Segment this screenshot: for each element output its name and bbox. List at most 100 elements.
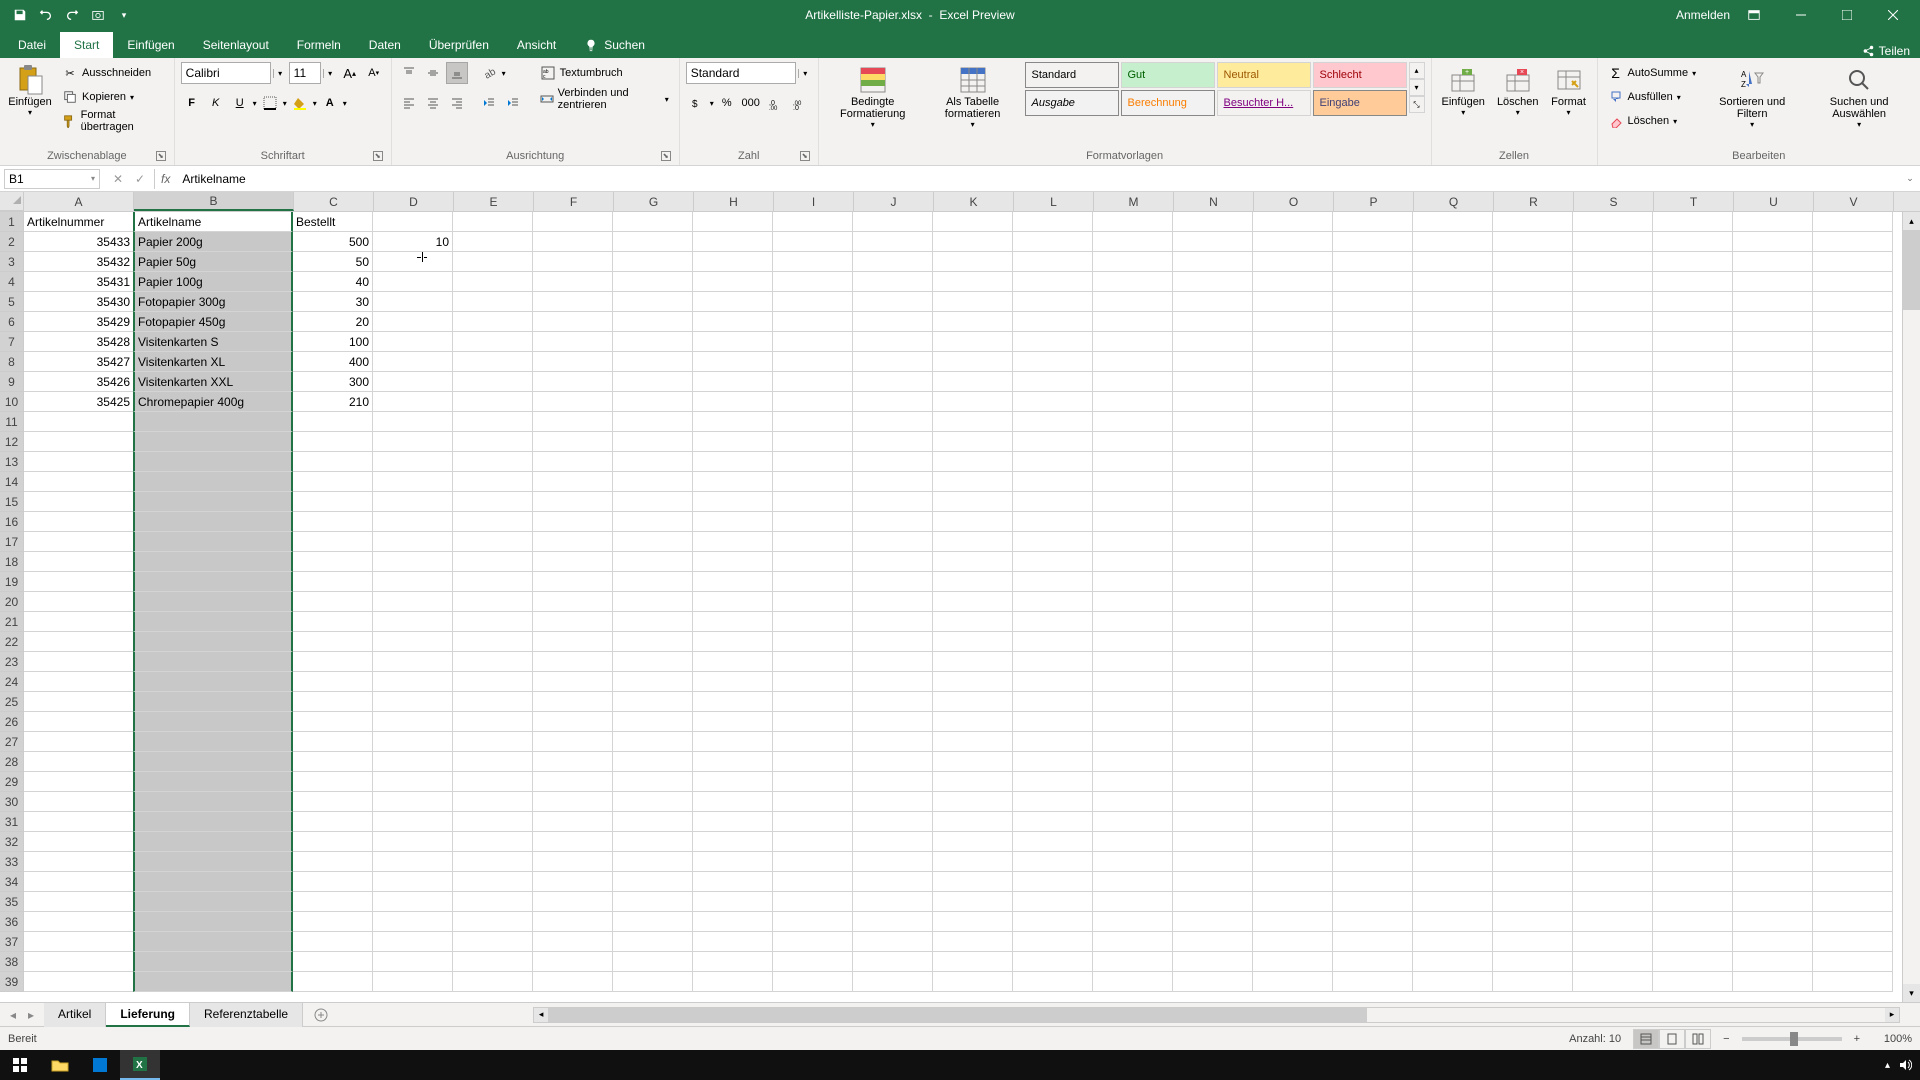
cell[interactable] — [1813, 672, 1893, 692]
cell[interactable] — [1413, 672, 1493, 692]
cell[interactable] — [1333, 612, 1413, 632]
cell[interactable] — [1733, 532, 1813, 552]
cell[interactable] — [533, 412, 613, 432]
cell[interactable]: 30 — [293, 292, 373, 312]
cell[interactable] — [773, 692, 853, 712]
cell[interactable] — [1733, 952, 1813, 972]
sheet-tab[interactable]: Referenztabelle — [190, 1003, 303, 1027]
cell[interactable] — [1413, 832, 1493, 852]
cell[interactable] — [1013, 932, 1093, 952]
cell[interactable] — [853, 332, 933, 352]
cell[interactable] — [1333, 512, 1413, 532]
cell[interactable] — [1573, 372, 1653, 392]
cell[interactable] — [1013, 852, 1093, 872]
cell[interactable]: Visitenkarten S — [133, 332, 293, 352]
merge-center-button[interactable]: Verbinden und zentrieren ▾ — [536, 88, 673, 110]
cell[interactable] — [1093, 852, 1173, 872]
row-header[interactable]: 2 — [0, 232, 24, 252]
cell[interactable] — [453, 932, 533, 952]
redo-icon[interactable] — [60, 3, 84, 27]
row-header[interactable]: 27 — [0, 732, 24, 752]
cell[interactable] — [853, 652, 933, 672]
cell[interactable] — [453, 772, 533, 792]
cell[interactable] — [1493, 972, 1573, 992]
cell[interactable] — [453, 612, 533, 632]
cell[interactable] — [1253, 532, 1333, 552]
align-center-button[interactable] — [422, 92, 444, 114]
tab-file[interactable]: Datei — [4, 32, 60, 58]
cell[interactable] — [133, 912, 293, 932]
cell[interactable] — [1573, 572, 1653, 592]
cell[interactable] — [853, 772, 933, 792]
accounting-button[interactable]: $ — [686, 92, 708, 114]
paste-button[interactable]: Einfügen▾ — [6, 62, 54, 119]
cell[interactable]: Bestellt — [293, 212, 373, 232]
cell[interactable] — [933, 652, 1013, 672]
cell[interactable]: 35425 — [24, 392, 134, 412]
cell[interactable] — [1173, 552, 1253, 572]
cell[interactable] — [1493, 892, 1573, 912]
cell[interactable] — [1813, 392, 1893, 412]
cell[interactable] — [133, 872, 293, 892]
cell[interactable] — [1413, 772, 1493, 792]
cell[interactable] — [1173, 852, 1253, 872]
cell[interactable] — [133, 512, 293, 532]
cell[interactable] — [453, 272, 533, 292]
cell[interactable] — [1813, 892, 1893, 912]
cell[interactable] — [1253, 752, 1333, 772]
cell[interactable] — [533, 672, 613, 692]
cell[interactable] — [533, 912, 613, 932]
cell[interactable] — [1253, 552, 1333, 572]
cell[interactable] — [293, 892, 373, 912]
cell[interactable] — [1493, 232, 1573, 252]
cell[interactable] — [613, 892, 693, 912]
cell[interactable] — [1733, 312, 1813, 332]
cell[interactable] — [1173, 352, 1253, 372]
cell[interactable] — [1733, 832, 1813, 852]
cell[interactable] — [533, 592, 613, 612]
cell[interactable] — [1573, 892, 1653, 912]
cell[interactable] — [1333, 772, 1413, 792]
cell[interactable] — [1413, 812, 1493, 832]
cell[interactable] — [853, 752, 933, 772]
cell[interactable] — [1653, 252, 1733, 272]
cell[interactable] — [1253, 312, 1333, 332]
cell[interactable] — [293, 492, 373, 512]
cell[interactable] — [373, 832, 453, 852]
cell[interactable] — [453, 812, 533, 832]
cell[interactable] — [1733, 572, 1813, 592]
cell[interactable] — [1653, 552, 1733, 572]
col-header-M[interactable]: M — [1094, 192, 1174, 211]
col-header-C[interactable]: C — [294, 192, 374, 211]
cell[interactable]: 40 — [293, 272, 373, 292]
cell[interactable] — [1013, 772, 1093, 792]
cell[interactable] — [24, 852, 134, 872]
cell[interactable] — [24, 632, 134, 652]
tab-formulas[interactable]: Formeln — [283, 32, 355, 58]
cell[interactable] — [1333, 972, 1413, 992]
cell[interactable] — [133, 412, 293, 432]
cell[interactable] — [1733, 692, 1813, 712]
cell[interactable] — [1093, 792, 1173, 812]
cell[interactable] — [1413, 912, 1493, 932]
cell[interactable] — [1093, 952, 1173, 972]
cell[interactable] — [1813, 852, 1893, 872]
cell[interactable] — [613, 772, 693, 792]
cell[interactable] — [453, 792, 533, 812]
cell[interactable] — [1413, 712, 1493, 732]
tab-insert[interactable]: Einfügen — [113, 32, 188, 58]
cell[interactable] — [1733, 972, 1813, 992]
cell[interactable] — [1333, 832, 1413, 852]
cell[interactable] — [373, 512, 453, 532]
cell[interactable] — [1013, 492, 1093, 512]
cell[interactable] — [613, 612, 693, 632]
cell[interactable]: Artikelnummer — [24, 212, 134, 232]
alignment-launcher[interactable]: ⬊ — [661, 151, 671, 161]
cell[interactable] — [933, 392, 1013, 412]
cell[interactable] — [1493, 552, 1573, 572]
wrap-text-button[interactable]: abcTextumbruch — [536, 62, 673, 84]
cell[interactable] — [613, 852, 693, 872]
cell[interactable] — [773, 532, 853, 552]
cell[interactable] — [613, 312, 693, 332]
cell[interactable] — [1493, 672, 1573, 692]
